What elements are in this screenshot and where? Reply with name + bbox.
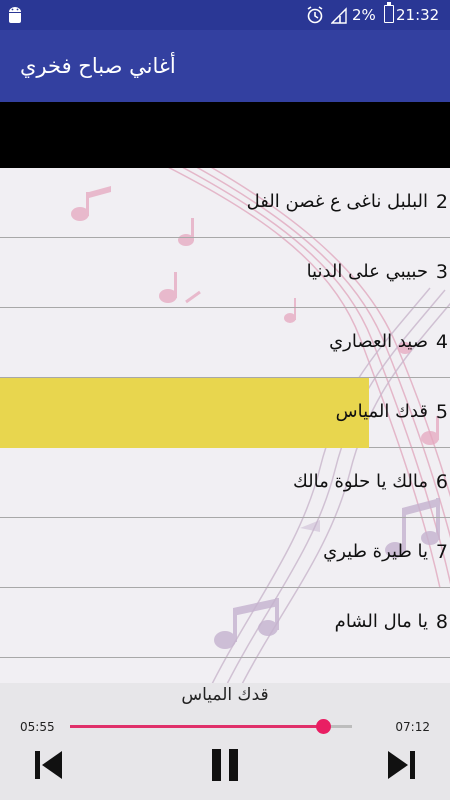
app-title: أغاني صباح فخري — [20, 54, 176, 78]
seek-bar[interactable] — [70, 719, 352, 734]
track-title: حبيبي على الدنيا — [306, 261, 428, 282]
now-playing-title: قدك المياس — [181, 685, 269, 705]
track-number: 2 — [435, 191, 448, 213]
seek-progress — [70, 725, 323, 728]
list-item[interactable]: يا مال الشام 8 — [0, 588, 450, 658]
battery-percent: 2% — [352, 6, 376, 24]
list-item[interactable]: يا طيرة طيري 7 — [0, 518, 450, 588]
list-item[interactable]: مالك يا حلوة مالك 6 — [0, 448, 450, 518]
list-item[interactable]: صيد العصاري 4 — [0, 308, 450, 378]
skip-next-button[interactable] — [384, 747, 418, 783]
list-item[interactable]: البلبل ناغى ع غصن الفل 2 — [0, 168, 450, 238]
track-title: مالك يا حلوة مالك — [292, 471, 428, 492]
list-item-selected[interactable]: قدك المياس 5 — [0, 378, 450, 448]
list-item[interactable]: حبيبي على الدنيا 3 — [0, 238, 450, 308]
track-title: قدك المياس — [335, 401, 428, 422]
clock: 21:32 — [396, 6, 440, 24]
track-number: 6 — [435, 471, 448, 493]
track-title: البلبل ناغى ع غصن الفل — [246, 191, 428, 212]
pause-button[interactable] — [208, 747, 242, 783]
track-title: يا طيرة طيري — [323, 541, 428, 562]
signal-icon — [330, 5, 347, 30]
track-number: 7 — [435, 541, 448, 563]
track-number: 3 — [435, 261, 448, 283]
skip-previous-icon — [35, 751, 62, 779]
selected-highlight — [0, 378, 369, 448]
android-icon — [6, 5, 24, 30]
alarm-icon — [306, 5, 324, 30]
battery-icon — [384, 2, 394, 23]
track-list[interactable]: البلبل ناغى ع غصن الفل 2 حبيبي على الدني… — [0, 168, 450, 683]
media-player: قدك المياس 05:55 07:12 — [0, 683, 450, 800]
track-title: يا مال الشام — [334, 611, 428, 632]
pause-icon — [212, 749, 238, 781]
total-time: 07:12 — [395, 720, 430, 734]
ad-banner[interactable] — [0, 102, 450, 168]
track-number: 5 — [435, 401, 448, 423]
skip-previous-button[interactable] — [32, 747, 66, 783]
skip-next-icon — [388, 751, 415, 779]
seek-thumb[interactable] — [315, 719, 331, 734]
app-bar: أغاني صباح فخري — [0, 30, 450, 102]
track-title: صيد العصاري — [329, 331, 428, 352]
track-number: 8 — [435, 611, 448, 633]
status-bar: 2% 21:32 — [0, 0, 450, 30]
track-number: 4 — [435, 331, 448, 353]
elapsed-time: 05:55 — [20, 720, 55, 734]
